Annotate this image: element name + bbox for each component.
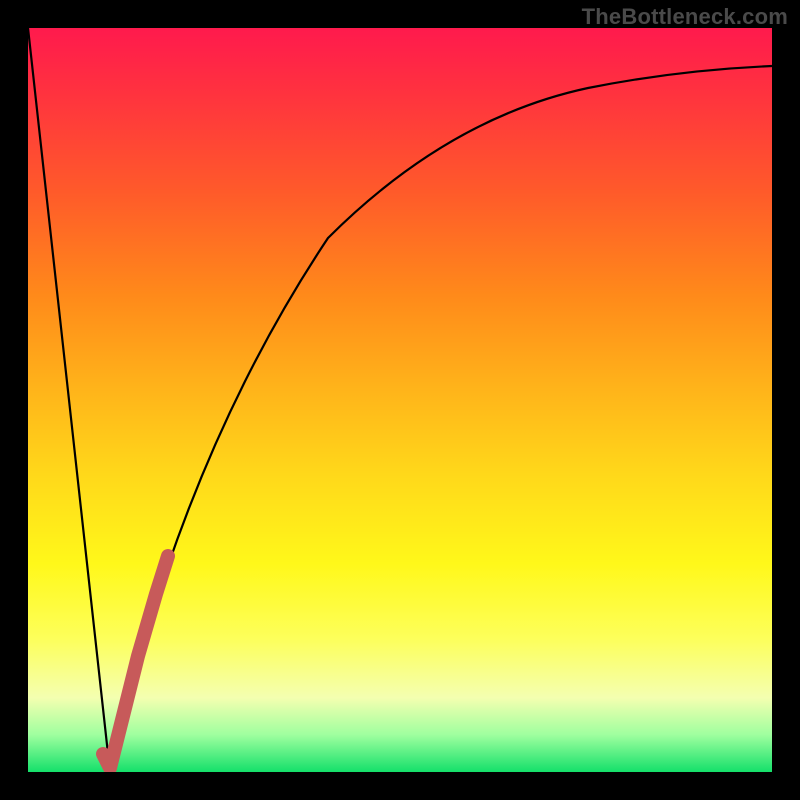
chart-frame: TheBottleneck.com: [0, 0, 800, 800]
highlight-marker: [103, 556, 168, 768]
watermark-text: TheBottleneck.com: [582, 4, 788, 30]
plot-area: [28, 28, 772, 772]
curve-layer: [28, 28, 772, 772]
